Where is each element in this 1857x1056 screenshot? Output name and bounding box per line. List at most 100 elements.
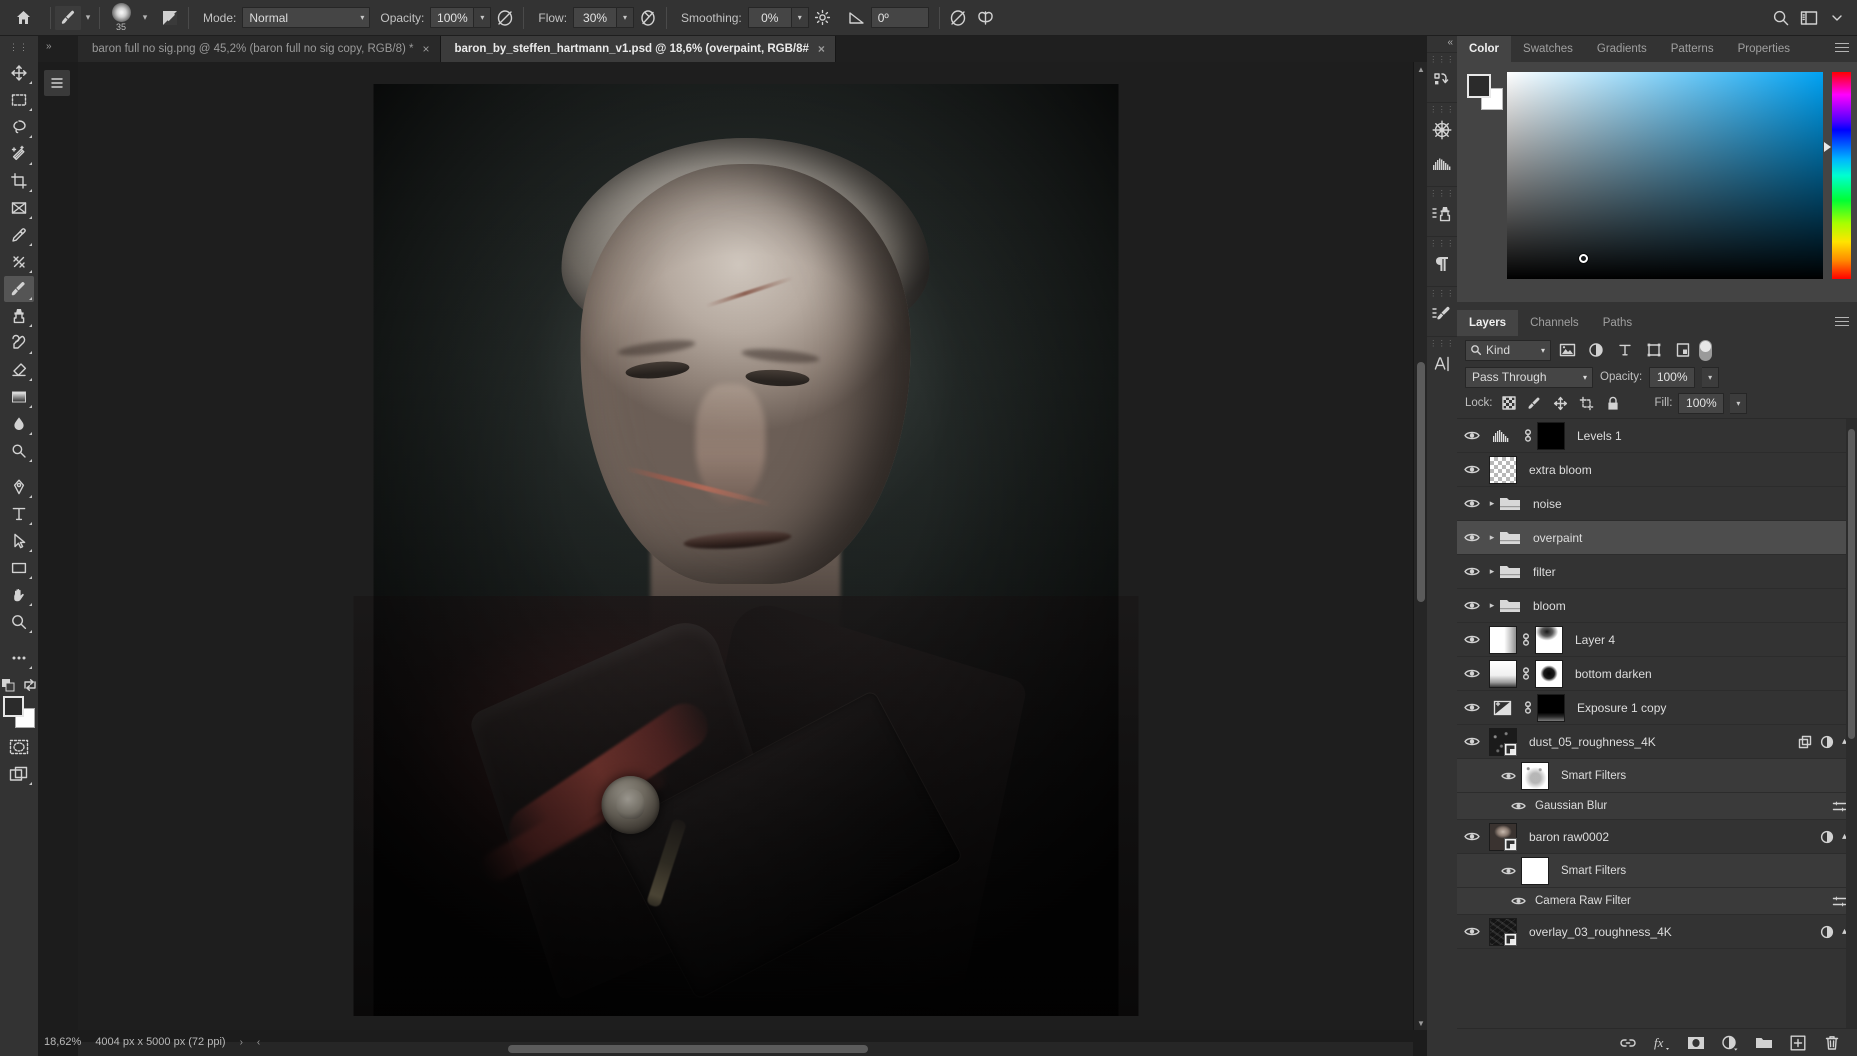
- status-prev-icon[interactable]: ‹: [257, 1037, 260, 1048]
- layer-name[interactable]: noise: [1521, 497, 1562, 511]
- paragraph-icon[interactable]: [1427, 247, 1457, 281]
- levels-adjustment-icon[interactable]: [1485, 429, 1519, 443]
- home-icon[interactable]: [0, 9, 46, 26]
- mask-link-icon[interactable]: [1519, 700, 1537, 715]
- layer-visibility-toggle[interactable]: [1459, 464, 1485, 475]
- character-icon[interactable]: [1427, 347, 1457, 381]
- workspace-icon[interactable]: [1795, 5, 1823, 31]
- scroll-down-icon[interactable]: ▼: [1414, 1016, 1428, 1030]
- filter-smart-object-icon[interactable]: [1670, 339, 1696, 361]
- layer-mask-thumbnail[interactable]: [1535, 660, 1563, 688]
- layer-visibility-toggle[interactable]: [1505, 896, 1531, 906]
- layer-list-scroll-thumb[interactable]: [1848, 429, 1855, 739]
- exposure-adjustment-icon[interactable]: [1485, 700, 1519, 716]
- layer-list[interactable]: Levels 1 extra bloom ▸: [1457, 418, 1857, 1028]
- layer-row[interactable]: Exposure 1 copy: [1457, 691, 1857, 725]
- tab-swatches[interactable]: Swatches: [1511, 36, 1585, 62]
- smoothing-chevron-icon[interactable]: ▾: [792, 7, 809, 28]
- layer-name[interactable]: Smart Filters: [1549, 770, 1626, 782]
- layer-list-scrollbar[interactable]: [1846, 419, 1857, 1028]
- layer-thumbnail[interactable]: [1489, 918, 1517, 946]
- status-next-icon[interactable]: ›: [240, 1037, 243, 1048]
- layer-visibility-toggle[interactable]: [1459, 498, 1485, 509]
- rail-grip[interactable]: ⋮⋮⋮: [1427, 106, 1457, 113]
- rail-grip[interactable]: ⋮⋮⋮: [1427, 56, 1457, 63]
- edit-toolbar-button[interactable]: [4, 645, 34, 671]
- hand-tool[interactable]: [4, 582, 34, 608]
- artwork-image[interactable]: [373, 84, 1118, 1016]
- tab-paths[interactable]: Paths: [1591, 310, 1644, 336]
- filter-kind-select[interactable]: Kind ▾: [1465, 340, 1551, 361]
- opacity-input[interactable]: 100%: [430, 7, 474, 28]
- document-tab-1[interactable]: baron full no sig.png @ 45,2% (baron ful…: [78, 36, 441, 62]
- layer-name[interactable]: filter: [1521, 565, 1556, 579]
- angle-input[interactable]: 0º: [871, 7, 929, 28]
- layer-row[interactable]: ▸ filter: [1457, 555, 1857, 589]
- smart-filters-mask-thumbnail[interactable]: [1521, 857, 1549, 885]
- layer-name[interactable]: bloom: [1521, 599, 1566, 613]
- foreground-color-swatch[interactable]: [1467, 74, 1491, 98]
- clone-stamp-tool[interactable]: [4, 303, 34, 329]
- mask-link-icon[interactable]: [1517, 632, 1535, 647]
- layer-name[interactable]: Exposure 1 copy: [1565, 701, 1666, 715]
- type-tool[interactable]: [4, 501, 34, 527]
- layer-name[interactable]: Gaussian Blur: [1531, 800, 1607, 812]
- layer-name[interactable]: bottom darken: [1563, 667, 1652, 681]
- foreground-color-swatch[interactable]: [3, 696, 24, 717]
- chevron-down-icon[interactable]: [1823, 5, 1851, 31]
- mask-link-icon[interactable]: [1519, 428, 1537, 443]
- canvas-vertical-scroll-thumb[interactable]: [1417, 362, 1425, 602]
- folder-icon[interactable]: [1499, 597, 1521, 614]
- filter-shape-icon[interactable]: [1641, 339, 1667, 361]
- search-icon[interactable]: [1767, 5, 1795, 31]
- layer-fill-input[interactable]: 100%: [1678, 393, 1724, 414]
- layer-visibility-toggle[interactable]: [1459, 600, 1485, 611]
- tab-patterns[interactable]: Patterns: [1659, 36, 1726, 62]
- layer-row[interactable]: Camera Raw Filter: [1457, 888, 1857, 915]
- spot-healing-brush-tool[interactable]: [4, 249, 34, 275]
- add-layer-mask-button[interactable]: [1687, 1034, 1705, 1052]
- folder-icon[interactable]: [1499, 529, 1521, 546]
- layer-visibility-toggle[interactable]: [1459, 668, 1485, 679]
- lock-artboard-nesting-icon[interactable]: [1577, 393, 1597, 413]
- layer-thumbnail[interactable]: [1489, 728, 1517, 756]
- blend-mode-select[interactable]: Normal ▾: [242, 7, 370, 28]
- brush-tool-chevron-icon[interactable]: ▾: [81, 12, 95, 23]
- default-colors-icon[interactable]: [1, 678, 15, 692]
- screen-mode-icon[interactable]: [4, 761, 34, 787]
- layer-mask-thumbnail[interactable]: [1537, 422, 1565, 450]
- layer-row[interactable]: baron raw0002 ▴: [1457, 820, 1857, 854]
- layer-row[interactable]: Gaussian Blur: [1457, 793, 1857, 820]
- pressure-opacity-icon[interactable]: [491, 5, 519, 31]
- layer-visibility-toggle[interactable]: [1459, 566, 1485, 577]
- new-layer-button[interactable]: [1789, 1034, 1807, 1052]
- tab-properties[interactable]: Properties: [1726, 36, 1802, 62]
- smoothing-input[interactable]: 0%: [748, 7, 792, 28]
- delete-layer-button[interactable]: [1823, 1034, 1841, 1052]
- group-expand-chevron-icon[interactable]: ▸: [1485, 566, 1499, 577]
- filter-pixel-icon[interactable]: [1554, 339, 1580, 361]
- tab-layers[interactable]: Layers: [1457, 310, 1518, 336]
- layer-row[interactable]: ▸ noise: [1457, 487, 1857, 521]
- layer-visibility-toggle[interactable]: [1459, 831, 1485, 842]
- layer-row[interactable]: Levels 1: [1457, 419, 1857, 453]
- path-selection-tool[interactable]: [4, 528, 34, 554]
- layer-visibility-toggle[interactable]: [1495, 771, 1521, 781]
- scroll-up-icon[interactable]: ▲: [1414, 62, 1428, 76]
- canvas[interactable]: [78, 62, 1413, 1030]
- layer-thumbnail[interactable]: [1489, 626, 1517, 654]
- layer-name[interactable]: Layer 4: [1563, 633, 1615, 647]
- rail-grip[interactable]: ⋮⋮⋮: [1427, 340, 1457, 347]
- layer-thumbnail[interactable]: [1489, 456, 1517, 484]
- rectangle-tool[interactable]: [4, 555, 34, 581]
- histogram-icon[interactable]: [1427, 147, 1457, 181]
- group-expand-chevron-icon[interactable]: ▸: [1485, 600, 1499, 611]
- flow-input[interactable]: 30%: [573, 7, 617, 28]
- smart-filters-mask-thumbnail[interactable]: [1521, 762, 1549, 790]
- tab-gradients[interactable]: Gradients: [1585, 36, 1659, 62]
- layer-name[interactable]: Levels 1: [1565, 429, 1622, 443]
- pen-tool[interactable]: [4, 474, 34, 500]
- lock-transparent-pixels-icon[interactable]: [1499, 393, 1519, 413]
- layer-thumbnail[interactable]: [1489, 660, 1517, 688]
- layer-blend-mode-select[interactable]: Pass Through ▾: [1465, 367, 1593, 388]
